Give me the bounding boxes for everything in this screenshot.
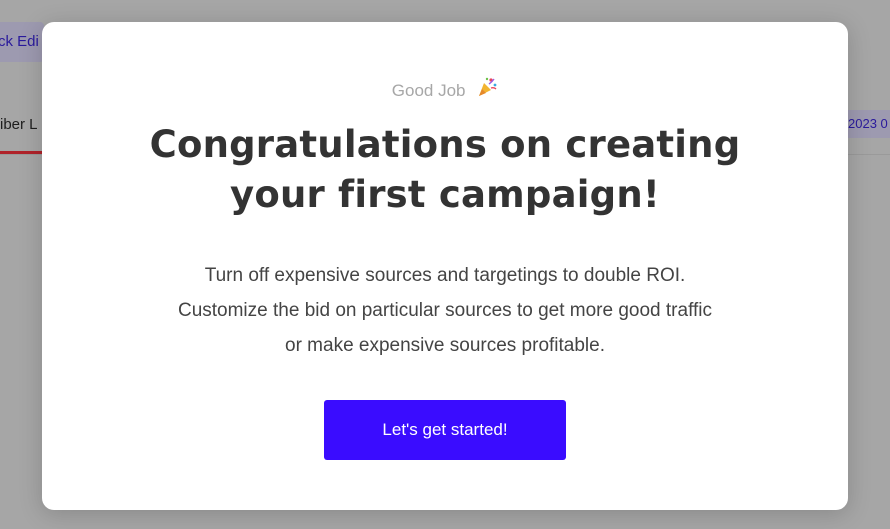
get-started-button[interactable]: Let's get started! xyxy=(324,400,566,460)
description-line-2: Customize the bid on particular sources … xyxy=(177,300,713,321)
description-line-3: or make expensive sources profitable. xyxy=(285,335,605,356)
headline-line-2: your first campaign! xyxy=(230,173,660,216)
description-line-1: Turn off expensive sources and targeting… xyxy=(204,265,686,286)
headline-line-1: Congratulations on creating xyxy=(149,123,741,166)
quick-edit-button: ck Edi xyxy=(0,22,44,62)
modal-headline: Congratulations on creating your first c… xyxy=(102,120,788,220)
tab-subscriber-lists: iber L xyxy=(0,110,44,154)
eyebrow-text: Good Job xyxy=(391,81,466,100)
party-popper-icon xyxy=(476,76,498,104)
date-range-badge: 2023 0 xyxy=(846,110,890,138)
modal-eyebrow: Good Job xyxy=(42,76,848,104)
modal-description: Turn off expensive sources and targeting… xyxy=(102,258,788,363)
congratulations-modal: Good Job Congratulations on creating you… xyxy=(42,22,848,510)
